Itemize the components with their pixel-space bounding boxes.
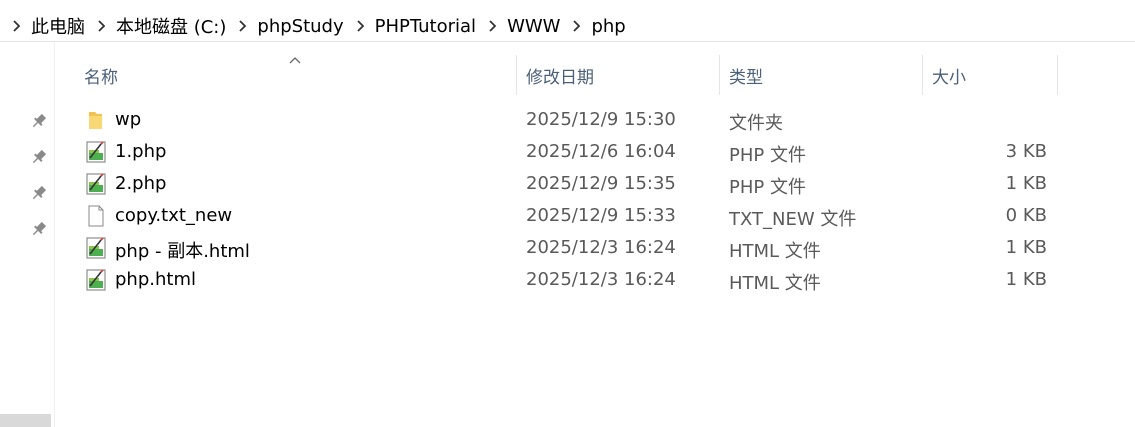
file-row[interactable]: wp 2025/12/9 15:30 文件夹 [80, 104, 1055, 136]
file-type: 文件夹 [729, 113, 783, 134]
chevron-right-icon[interactable] [238, 20, 248, 32]
column-header-date-modified[interactable]: 修改日期 [526, 55, 716, 95]
chevron-right-icon[interactable] [356, 20, 366, 32]
horizontal-scrollbar[interactable] [0, 414, 51, 427]
column-divider[interactable] [516, 55, 517, 95]
file-name: wp [115, 109, 142, 130]
breadcrumb-item-local-disk[interactable]: 本地磁盘 (C:) [116, 13, 226, 39]
file-name: 1.php [115, 141, 167, 162]
file-size: 0 KB [1005, 205, 1047, 226]
file-type: PHP 文件 [729, 177, 806, 198]
file-row[interactable]: 1.php 2025/12/6 16:04 PHP 文件 3 KB [80, 136, 1055, 168]
chevron-right-icon[interactable] [97, 20, 107, 32]
column-header-type-label: 类型 [729, 67, 763, 88]
pin-icon[interactable] [30, 184, 48, 202]
column-header-size[interactable]: 大小 [932, 55, 1052, 95]
file-size: 1 KB [1005, 269, 1047, 290]
column-divider[interactable] [922, 55, 923, 95]
chevron-right-icon[interactable] [488, 20, 498, 32]
blank-file-icon [86, 205, 106, 227]
file-date-modified: 2025/12/9 15:35 [526, 173, 676, 194]
breadcrumb-item-phpstudy[interactable]: phpStudy [257, 16, 343, 37]
file-row[interactable]: 2.php 2025/12/9 15:35 PHP 文件 1 KB [80, 168, 1055, 200]
breadcrumb-item-www[interactable]: WWW [507, 16, 560, 37]
file-name: php.html [115, 269, 196, 290]
pin-icon[interactable] [30, 148, 48, 166]
folder-icon [86, 109, 106, 131]
file-date-modified: 2025/12/9 15:30 [526, 109, 676, 130]
file-name: php - 副本.html [115, 241, 250, 262]
chevron-right-icon[interactable] [572, 20, 582, 32]
file-date-modified: 2025/12/3 16:24 [526, 269, 676, 290]
file-explorer-window: 此电脑 本地磁盘 (C:) phpStudy PHPTutorial WWW p… [0, 0, 1135, 427]
column-divider[interactable] [1057, 55, 1058, 95]
script-file-icon [86, 237, 106, 259]
file-date-modified: 2025/12/3 16:24 [526, 237, 676, 258]
file-size: 1 KB [1005, 237, 1047, 258]
pin-icon[interactable] [30, 112, 48, 130]
breadcrumb-item-php[interactable]: php [591, 16, 625, 37]
column-header-name[interactable]: 名称 [84, 55, 514, 95]
column-header-name-label: 名称 [84, 67, 118, 88]
column-header-date-label: 修改日期 [526, 67, 594, 88]
file-date-modified: 2025/12/6 16:04 [526, 141, 676, 162]
chevron-right-icon[interactable] [12, 20, 22, 32]
breadcrumb-item-phptutorial[interactable]: PHPTutorial [375, 16, 476, 37]
file-date-modified: 2025/12/9 15:33 [526, 205, 676, 226]
file-type: HTML 文件 [729, 273, 821, 294]
file-name: copy.txt_new [115, 205, 233, 226]
column-header-size-label: 大小 [932, 67, 966, 88]
file-type: PHP 文件 [729, 145, 806, 166]
file-type: HTML 文件 [729, 241, 821, 262]
script-file-icon [86, 269, 106, 291]
file-row[interactable]: php - 副本.html 2025/12/3 16:24 HTML 文件 1 … [80, 232, 1055, 264]
script-file-icon [86, 141, 106, 163]
script-file-icon [86, 173, 106, 195]
file-row[interactable]: copy.txt_new 2025/12/9 15:33 TXT_NEW 文件 … [80, 200, 1055, 232]
file-name: 2.php [115, 173, 167, 194]
file-type: TXT_NEW 文件 [729, 209, 857, 230]
pin-icon[interactable] [30, 220, 48, 238]
file-size: 3 KB [1005, 141, 1047, 162]
file-size: 1 KB [1005, 173, 1047, 194]
file-row[interactable]: php.html 2025/12/3 16:24 HTML 文件 1 KB [80, 264, 1055, 296]
breadcrumb-item-this-pc[interactable]: 此电脑 [31, 13, 85, 39]
navigation-pane [0, 42, 55, 427]
breadcrumb-divider [0, 41, 1135, 42]
column-header-type[interactable]: 类型 [729, 55, 919, 95]
column-divider[interactable] [719, 55, 720, 95]
breadcrumb: 此电脑 本地磁盘 (C:) phpStudy PHPTutorial WWW p… [0, 6, 1135, 46]
